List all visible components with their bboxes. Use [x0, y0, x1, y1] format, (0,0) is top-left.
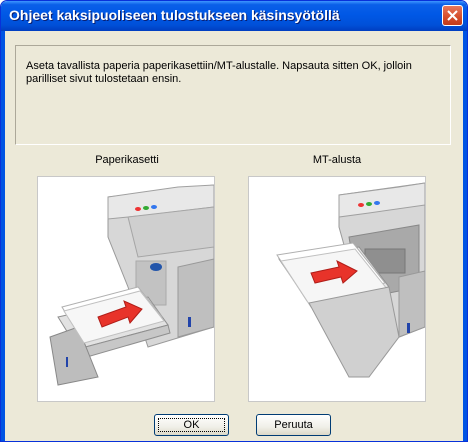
title-bar[interactable]: Ohjeet kaksipuoliseen tulostukseen käsin… — [1, 1, 467, 31]
printer-mp-tray-icon — [276, 182, 426, 378]
close-button[interactable] — [442, 5, 463, 26]
window-title: Ohjeet kaksipuoliseen tulostukseen käsin… — [9, 7, 340, 23]
window-frame-right — [463, 31, 467, 441]
cancel-button-label: Peruuta — [274, 419, 313, 431]
ok-button[interactable]: OK — [154, 414, 229, 436]
message-groupbox: Aseta tavallista paperia paperikasettiin… — [15, 45, 451, 145]
mp-tray-illustration — [248, 176, 426, 402]
caption-mp-tray: MT-alusta — [312, 154, 362, 166]
close-icon — [447, 10, 458, 21]
cancel-button[interactable]: Peruuta — [256, 414, 331, 436]
instruction-message: Aseta tavallista paperia paperikasettiin… — [26, 60, 412, 85]
dialog-window: Ohjeet kaksipuoliseen tulostukseen käsin… — [0, 0, 468, 442]
paper-cassette-illustration — [37, 176, 215, 402]
ok-focus-rect — [158, 418, 225, 432]
printer-cassette-icon — [49, 184, 215, 386]
caption-paper-cassette: Paperikasetti — [95, 154, 159, 166]
window-frame-left — [1, 31, 5, 441]
